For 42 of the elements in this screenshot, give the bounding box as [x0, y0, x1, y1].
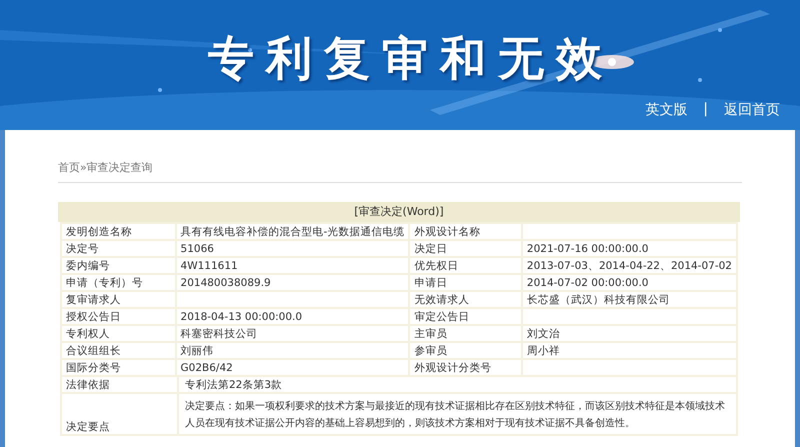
field-label: 决定号 — [66, 242, 99, 254]
field-value: 51066 — [180, 242, 214, 254]
field-value: 2021-07-16 00:00:00.0 — [526, 242, 648, 254]
field-value: G02B6/42 — [180, 362, 233, 374]
field-label: 法律依据 — [66, 378, 110, 390]
field-label: 申请（专利）号 — [66, 276, 143, 288]
field-value: 周小祥 — [526, 344, 560, 356]
separator: | — [703, 101, 708, 119]
field-label: 外观设计名称 — [414, 226, 480, 238]
field-label: 合议组组长 — [66, 344, 121, 356]
field-label: 审定公告日 — [414, 310, 470, 322]
field-value: 刘文治 — [526, 328, 560, 340]
field-value: 科塞密科技公司 — [180, 328, 258, 340]
field-value: 决定要点：如果一项权利要求的技术方案与最接近的现有技术证据相比存在区别技术特征，而该区别技术特征是本领域技术人员在现有技术证据公开内容的基础上容易想到的，则该技术方案相对于现有技术证据不具备创造性。 — [185, 401, 725, 429]
field-label: 申请日 — [414, 276, 448, 288]
field-label: 参审员 — [414, 344, 448, 356]
nav-link[interactable]: 英文版 — [645, 101, 688, 119]
field-value: 2013-07-03、2014-04-22、2014-07-02 — [526, 260, 732, 272]
field-value: 2014-07-02 00:00:00.0 — [526, 276, 648, 288]
nav-link[interactable]: 返回首页 — [724, 101, 780, 119]
field-label: 授权公告日 — [66, 310, 121, 322]
field-label: 优先权日 — [414, 260, 458, 272]
field-value: 4W111611 — [180, 260, 238, 272]
field-value: 具有有线电容补偿的混合型电-光数据通信电缆 — [180, 226, 404, 238]
field-label: 专利权人 — [66, 328, 110, 340]
field-label: 发明创造名称 — [66, 226, 132, 238]
field-label: 主审员 — [414, 328, 448, 340]
table-title[interactable]: [审查决定(Word)] — [58, 202, 740, 222]
field-value: 2018-04-13 00:00:00.0 — [180, 310, 302, 322]
field-label: 无效请求人 — [414, 294, 470, 306]
field-value: 201480038089.9 — [180, 276, 271, 288]
field-value: 长芯盛（武汉）科技有限公司 — [526, 294, 670, 306]
field-label: 委内编号 — [66, 260, 110, 272]
field-label: 国际分类号 — [66, 362, 121, 374]
field-value: 决定要点 — [66, 421, 110, 433]
site-title: 专利复审和无效 — [208, 30, 614, 87]
field-label: 外观设计分类号 — [414, 362, 492, 374]
breadcrumb: 首页»审查决定查询 — [58, 160, 154, 175]
field-value: 专利法第22条第3款 — [185, 378, 282, 390]
field-label: 复审请求人 — [66, 294, 121, 306]
field-value: 刘丽伟 — [180, 344, 214, 356]
field-label: 决定日 — [414, 242, 448, 254]
